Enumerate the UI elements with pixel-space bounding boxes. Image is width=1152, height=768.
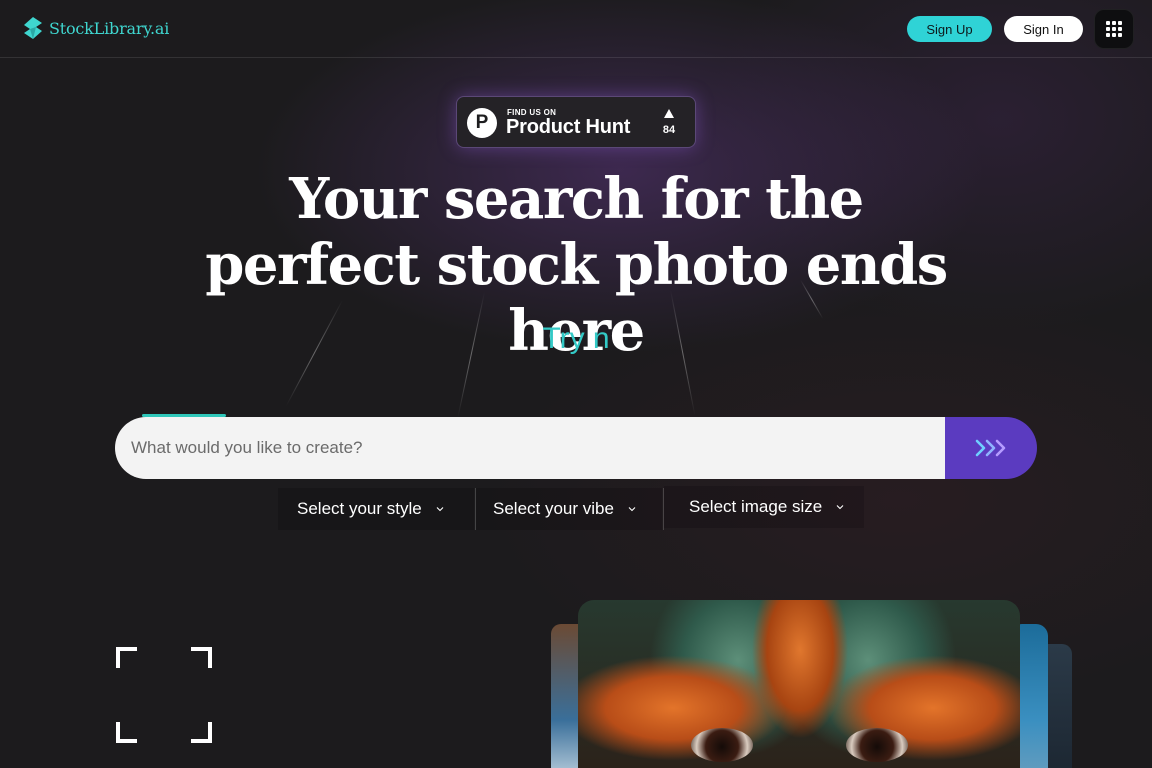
- style-select-label: Select your style: [297, 499, 422, 518]
- vibe-select-label: Select your vibe: [493, 499, 614, 518]
- triple-chevron-right-icon: [975, 439, 1006, 457]
- frame-corner-top-left: [116, 647, 137, 668]
- frame-corner-bottom-right: [191, 722, 212, 743]
- brand-name: StockLibrary.ai: [49, 18, 170, 38]
- sign-up-button[interactable]: Sign Up: [907, 16, 992, 42]
- vibe-select[interactable]: Select your vibe: [476, 488, 662, 530]
- style-select[interactable]: Select your style: [278, 488, 474, 530]
- prompt-input[interactable]: [115, 417, 945, 479]
- image-size-select[interactable]: Select image size: [664, 486, 864, 528]
- apps-menu-button[interactable]: [1094, 9, 1134, 49]
- chevron-down-icon: [628, 507, 636, 512]
- search-submit-button[interactable]: [945, 417, 1037, 479]
- product-hunt-logo-icon: P: [467, 108, 497, 138]
- image-eye-left: [691, 728, 753, 762]
- image-eye-right: [846, 728, 908, 762]
- gallery-featured-image[interactable]: [578, 600, 1020, 768]
- chevron-down-icon: [436, 507, 444, 512]
- sign-in-button[interactable]: Sign In: [1004, 16, 1083, 42]
- frame-corner-bottom-left: [116, 722, 137, 743]
- brand-logo-icon: [24, 17, 42, 39]
- upvote-count: 84: [662, 124, 676, 136]
- hero-typing-tagline: Try n: [542, 322, 610, 355]
- top-navigation-bar: StockLibrary.ai Sign Up Sign In: [0, 0, 1152, 58]
- chevron-down-icon: [836, 505, 844, 510]
- product-hunt-name: Product Hunt: [506, 116, 631, 138]
- upvote-arrow-icon: [664, 109, 674, 118]
- hero-headline-line-1: Your search for the: [289, 166, 864, 232]
- prompt-search-bar: [115, 417, 1037, 479]
- grid-icon: [1106, 21, 1122, 37]
- image-size-select-label: Select image size: [689, 497, 823, 516]
- frame-corner-top-right: [191, 647, 212, 668]
- brand-logo[interactable]: StockLibrary.ai: [22, 16, 169, 40]
- product-hunt-badge[interactable]: P FIND US ON Product Hunt 84: [456, 96, 696, 148]
